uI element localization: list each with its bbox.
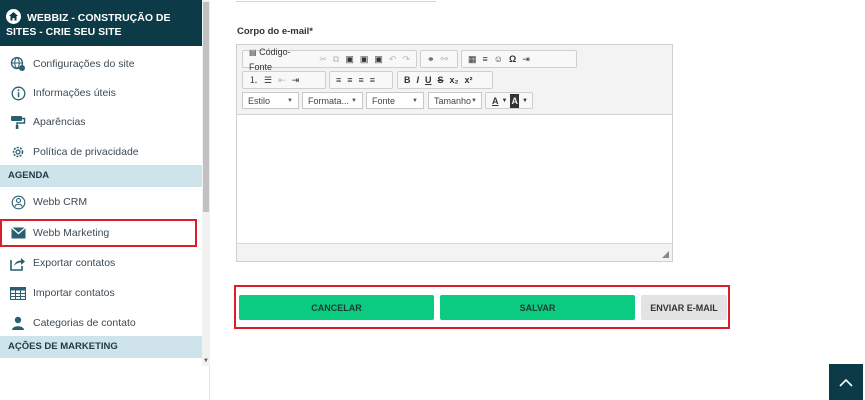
- globe-gear-icon: [10, 56, 26, 72]
- editor-toolbar: ▤ Código-Fonte ✂ ⧉ ▣ ▣ ▣ ↶ ↷ ⚭ ⚯ ▦ ≡ ☺ Ω: [237, 45, 672, 115]
- toolbar-group-clipboard: ▤ Código-Fonte ✂ ⧉ ▣ ▣ ▣ ↶ ↷: [242, 47, 417, 72]
- paint-roller-icon: [10, 114, 26, 130]
- crm-icon: [10, 194, 26, 210]
- sidebar-item-label: Importar contatos: [33, 287, 115, 299]
- send-email-button[interactable]: ENVIAR E-MAIL: [641, 295, 727, 320]
- italic-button[interactable]: I: [417, 73, 420, 87]
- sidebar-item-label: Política de privacidade: [33, 146, 139, 158]
- envelope-icon: [10, 225, 26, 241]
- section-marketing-actions: AÇÕES DE MARKETING: [0, 336, 202, 358]
- bold-button[interactable]: B: [404, 73, 411, 87]
- site-title: WEBBIZ - CONSTRUÇÃO DE SITES - CRIE SEU …: [6, 12, 171, 38]
- chevron-down-icon[interactable]: ▼: [522, 94, 528, 108]
- sidebar-item-webb-crm[interactable]: Webb CRM: [0, 187, 202, 217]
- toolbar-group-link: ⚭ ⚯: [420, 50, 458, 68]
- sidebar-item-import-contacts[interactable]: Importar contatos: [0, 278, 202, 308]
- sidebar: WEBBIZ - CONSTRUÇÃO DE SITES - CRIE SEU …: [0, 0, 210, 400]
- numbered-list-icon[interactable]: ⒈: [249, 73, 258, 87]
- page-break-icon[interactable]: ⇥: [522, 52, 530, 66]
- special-char-icon[interactable]: Ω: [509, 52, 516, 66]
- sidebar-item-label: Webb CRM: [33, 196, 88, 208]
- chevron-down-icon[interactable]: ▼: [502, 94, 508, 108]
- page: WEBBIZ - CONSTRUÇÃO DE SITES - CRIE SEU …: [0, 0, 865, 400]
- sidebar-item-useful-info[interactable]: Informações úteis: [0, 78, 202, 108]
- background-color-icon[interactable]: A: [510, 93, 519, 108]
- user-icon: [10, 315, 26, 331]
- info-icon: [10, 85, 26, 101]
- sidebar-item-label: Informações úteis: [33, 87, 116, 99]
- email-body-label: Corpo do e-mail*: [237, 26, 314, 37]
- home-icon: [6, 9, 21, 24]
- source-code-button[interactable]: ▤ Código-Fonte: [249, 45, 313, 74]
- table-icon: [10, 285, 26, 301]
- link-icon[interactable]: ⚭: [427, 52, 435, 66]
- redo-icon[interactable]: ↷: [402, 52, 410, 66]
- strikethrough-button[interactable]: S: [438, 73, 444, 87]
- subscript-button[interactable]: x₂: [450, 73, 459, 87]
- style-dropdown[interactable]: Estilo ▼: [242, 92, 299, 109]
- scroll-to-top-button[interactable]: [829, 364, 863, 400]
- toolbar-group-align: ≡ ≡ ≡ ≡: [329, 71, 393, 89]
- cut-icon[interactable]: ✂: [319, 52, 327, 66]
- section-agenda: AGENDA: [0, 165, 202, 187]
- save-button[interactable]: SALVAR: [440, 295, 635, 320]
- superscript-button[interactable]: x²: [465, 73, 473, 87]
- increase-indent-icon[interactable]: ⇥: [292, 73, 300, 87]
- table-insert-icon[interactable]: ▦: [468, 52, 477, 66]
- sidebar-item-label: Categorias de contato: [33, 317, 136, 329]
- sidebar-item-label: Webb Marketing: [33, 227, 110, 239]
- sidebar-item-contact-categories[interactable]: Categorias de contato: [0, 308, 202, 338]
- sidebar-header[interactable]: WEBBIZ - CONSTRUÇÃO DE SITES - CRIE SEU …: [0, 0, 202, 46]
- sidebar-item-site-settings[interactable]: Configurações do site: [0, 49, 202, 79]
- cog-icon: [10, 144, 26, 160]
- rich-text-editor: ▤ Código-Fonte ✂ ⧉ ▣ ▣ ▣ ↶ ↷ ⚭ ⚯ ▦ ≡ ☺ Ω: [236, 44, 673, 262]
- paste-word-icon[interactable]: ▣: [374, 52, 383, 66]
- chevron-down-icon: ▼: [412, 97, 418, 104]
- email-body-textarea[interactable]: [237, 115, 672, 243]
- toolbar-group-format: B I U S x₂ x²: [397, 71, 493, 89]
- align-right-icon[interactable]: ≡: [359, 73, 364, 87]
- sidebar-item-label: Exportar contatos: [33, 257, 116, 269]
- paste-icon[interactable]: ▣: [345, 52, 354, 66]
- horizontal-line-icon[interactable]: ≡: [483, 52, 488, 66]
- toolbar-group-lists: ⒈ ☰ ⇤ ⇥: [242, 71, 326, 89]
- sidebar-item-export-contacts[interactable]: Exportar contatos: [0, 248, 202, 278]
- align-center-icon[interactable]: ≡: [347, 73, 352, 87]
- text-color-icon[interactable]: A: [492, 94, 499, 108]
- copy-icon[interactable]: ⧉: [333, 52, 339, 66]
- size-dropdown[interactable]: Tamanho ▼: [428, 92, 482, 109]
- font-dropdown[interactable]: Fonte ▼: [366, 92, 424, 109]
- sidebar-item-appearance[interactable]: Aparências: [0, 107, 202, 137]
- chevron-down-icon: ▼: [471, 97, 477, 104]
- underline-button[interactable]: U: [425, 73, 432, 87]
- decrease-indent-icon[interactable]: ⇤: [278, 73, 286, 87]
- sidebar-item-label: Aparências: [33, 116, 86, 128]
- unlink-icon[interactable]: ⚯: [441, 52, 449, 66]
- sidebar-item-privacy-policy[interactable]: Política de privacidade: [0, 137, 202, 167]
- export-icon: [10, 255, 26, 271]
- chevron-down-icon: ▼: [287, 97, 293, 104]
- toolbar-group-colors: A ▼ A ▼: [485, 92, 533, 109]
- previous-field-edge: [236, 0, 436, 2]
- editor-statusbar: [237, 243, 672, 261]
- sidebar-item-label: Configurações do site: [33, 58, 135, 70]
- justify-icon[interactable]: ≡: [370, 73, 375, 87]
- bulleted-list-icon[interactable]: ☰: [264, 73, 272, 87]
- chevron-down-icon: ▼: [351, 97, 357, 104]
- undo-icon[interactable]: ↶: [389, 52, 397, 66]
- cancel-button[interactable]: CANCELAR: [239, 295, 434, 320]
- scrollbar-thumb[interactable]: [203, 2, 209, 212]
- chevron-up-icon: [839, 378, 853, 387]
- resize-handle-icon[interactable]: [662, 251, 669, 258]
- paste-text-icon[interactable]: ▣: [360, 52, 369, 66]
- smiley-icon[interactable]: ☺: [494, 52, 503, 66]
- align-left-icon[interactable]: ≡: [336, 73, 341, 87]
- format-dropdown[interactable]: Formata... ▼: [302, 92, 363, 109]
- sidebar-item-webb-marketing[interactable]: Webb Marketing: [0, 219, 197, 247]
- source-icon: ▤: [249, 47, 257, 57]
- scroll-down-arrow-icon[interactable]: ▼: [203, 358, 209, 364]
- sidebar-scrollbar[interactable]: ▼: [202, 0, 210, 366]
- toolbar-group-insert: ▦ ≡ ☺ Ω ⇥: [461, 50, 577, 68]
